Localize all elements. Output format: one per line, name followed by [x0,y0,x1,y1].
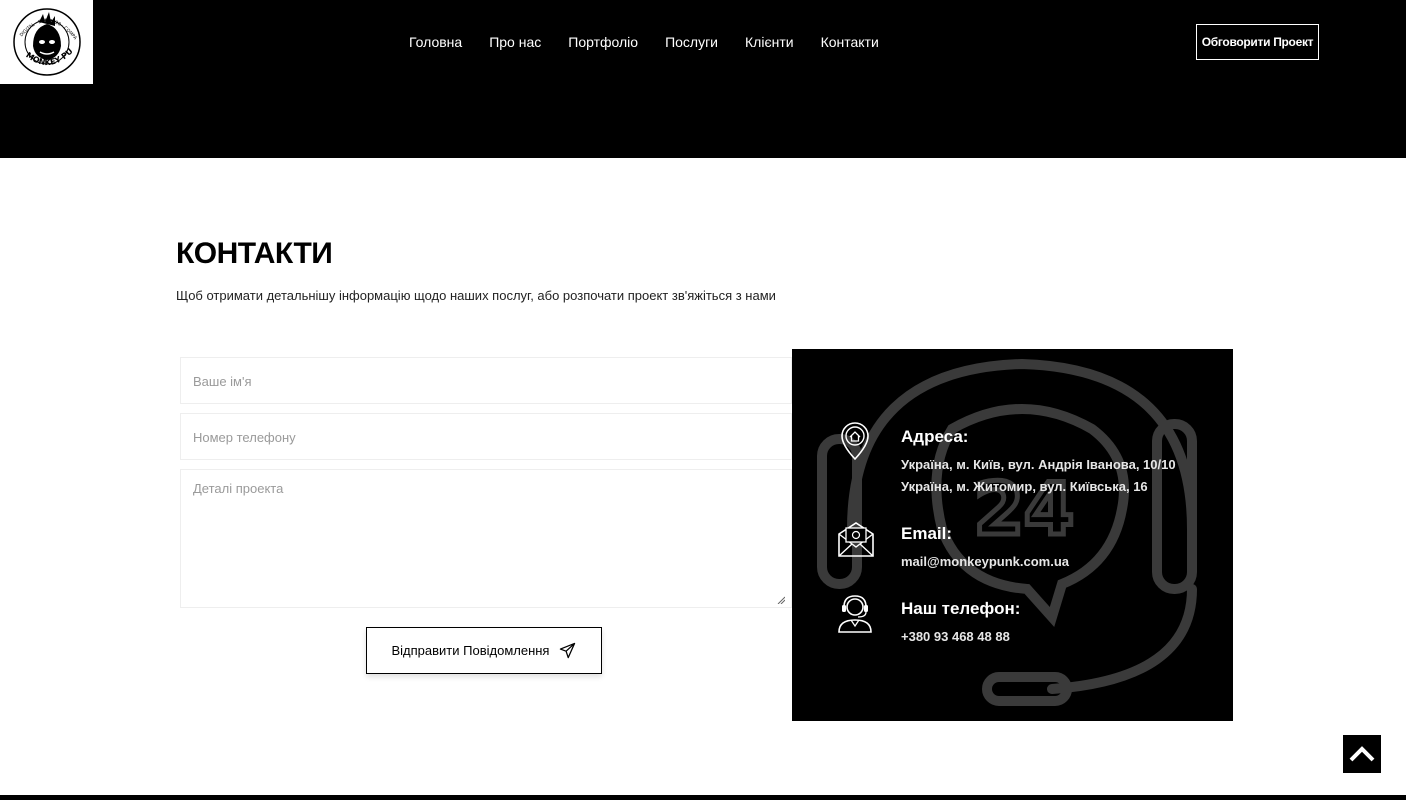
send-message-button[interactable]: Відправити Повідомлення [366,627,602,674]
main-nav: Головна Про нас Портфоліо Послуги Клієнт… [409,33,879,51]
phone-placeholder: Номер телефону [193,430,296,445]
page-subtitle: Щоб отримати детальнішу інформацію щодо … [176,288,776,303]
resize-grip-icon[interactable] [777,596,785,604]
email-label: Email: [901,524,953,543]
nav-item-portfolio[interactable]: Портфоліо [568,33,638,51]
name-input[interactable]: Ваше ім'я [180,357,792,404]
location-home-icon [841,422,869,461]
email-value[interactable]: mail@monkeypunk.com.ua [901,554,1069,569]
email-envelope-icon [838,522,874,557]
chevron-up-icon [1349,746,1375,762]
site-logo[interactable]: MONKEY PUNK DIGITAL · EST. 2020 · COMPAN… [0,0,93,84]
monkey-punk-logo-icon: MONKEY PUNK DIGITAL · EST. 2020 · COMPAN… [11,6,81,76]
support-agent-icon [838,595,872,633]
site-header: MONKEY PUNK DIGITAL · EST. 2020 · COMPAN… [0,0,1406,158]
phone-input[interactable]: Номер телефону [180,413,792,460]
scroll-to-top-button[interactable] [1343,735,1381,773]
nav-item-home[interactable]: Головна [409,33,462,51]
nav-item-about[interactable]: Про нас [489,33,541,51]
nav-item-clients[interactable]: Клієнти [745,33,794,51]
contact-info-panel: 24 Адреса: Україна, м. Київ, вул. Андрія… [792,349,1233,721]
send-message-label: Відправити Повідомлення [391,643,550,658]
details-textarea[interactable]: Деталі проекта [180,469,792,608]
address-label: Адреса: [901,427,969,446]
nav-item-contacts[interactable]: Контакти [821,33,879,51]
address-line-zhytomyr: Україна, м. Житомир, вул. Київська, 16 [901,479,1148,494]
phone-value[interactable]: +380 93 468 48 88 [901,629,1010,644]
page-title: КОНТАКТИ [176,237,333,270]
name-placeholder: Ваше ім'я [193,374,252,389]
paper-plane-icon [560,642,576,659]
details-placeholder: Деталі проекта [193,481,284,496]
phone-label: Наш телефон: [901,599,1021,618]
discuss-project-button[interactable]: Обговорити Проект [1196,24,1319,60]
footer-edge [0,795,1406,800]
nav-item-services[interactable]: Послуги [665,33,718,51]
address-line-kyiv: Україна, м. Київ, вул. Андрія Іванова, 1… [901,457,1176,472]
